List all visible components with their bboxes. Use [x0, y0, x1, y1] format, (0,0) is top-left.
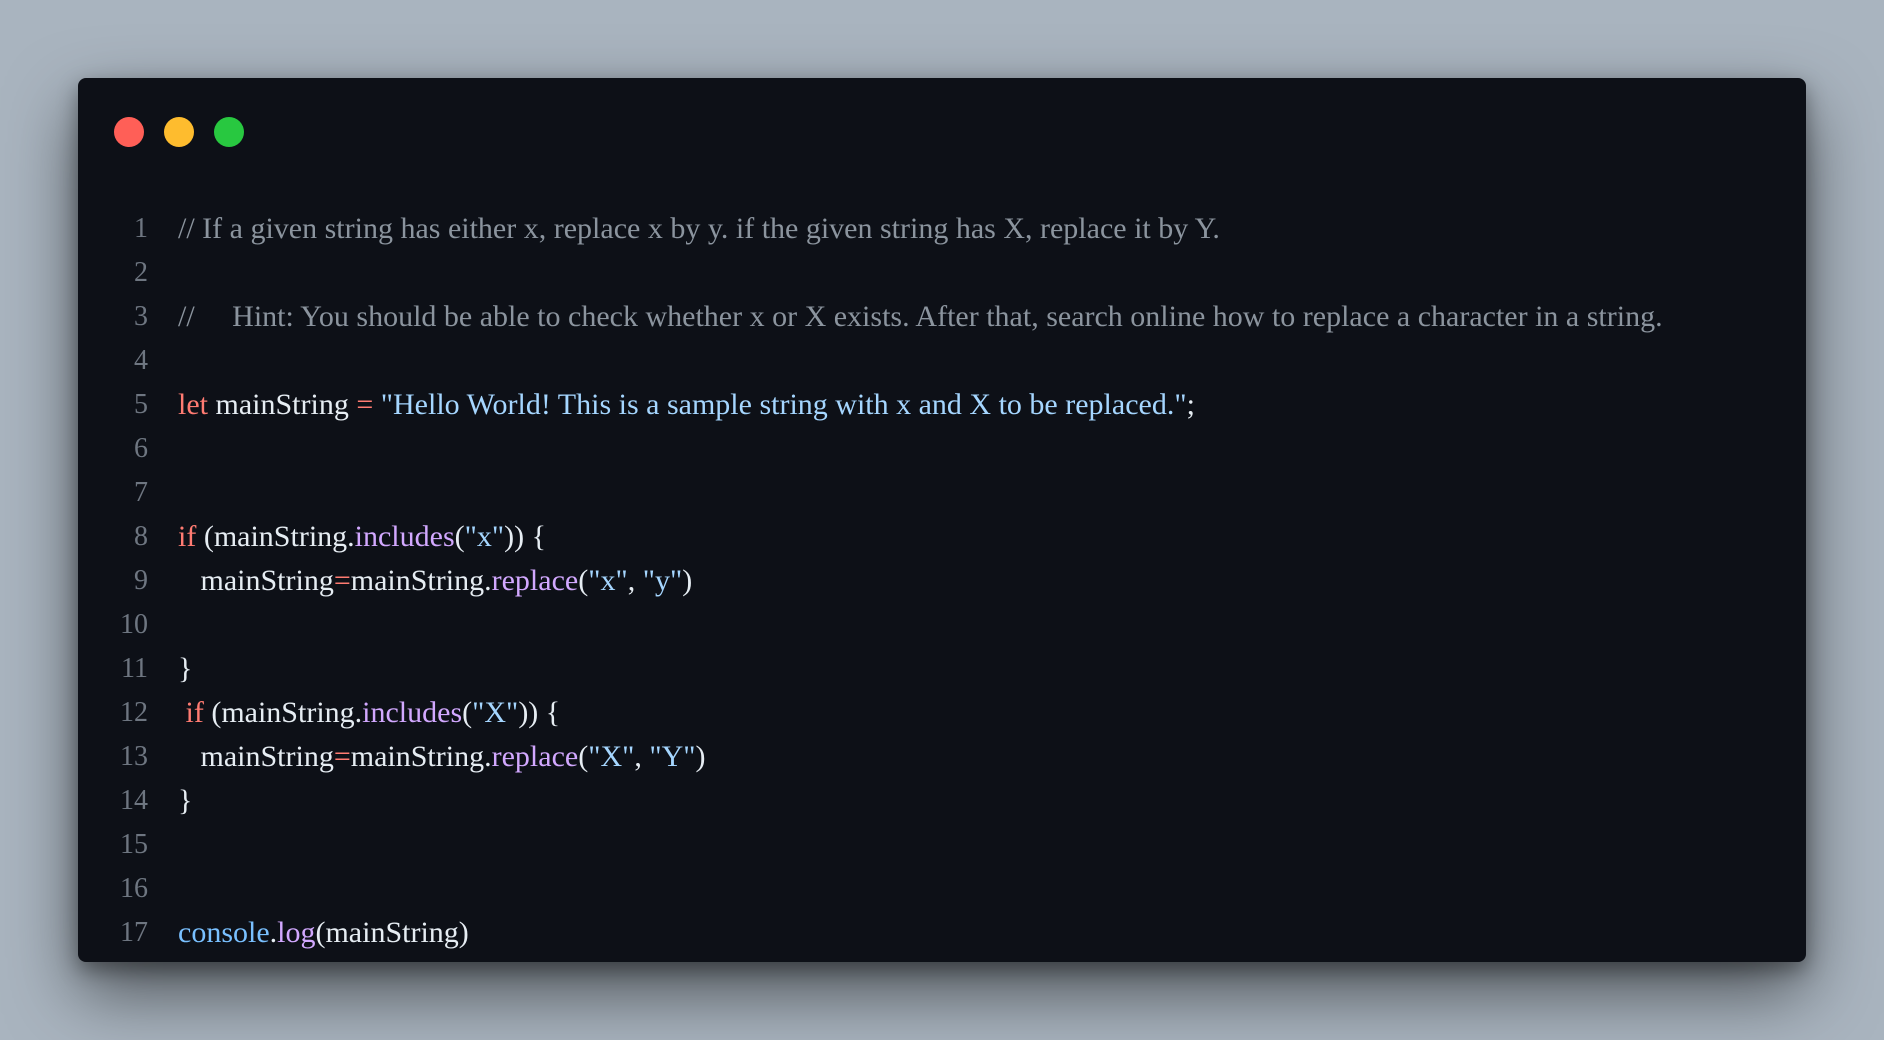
code-line: 7	[78, 471, 1806, 515]
code-token-str: "X"	[472, 696, 519, 729]
code-token-plain: }	[178, 652, 193, 685]
code-line: 16	[78, 867, 1806, 911]
code-token-plain: (	[578, 740, 589, 773]
code-token-kw: if	[185, 696, 204, 729]
code-token-plain: (mainString.	[196, 520, 355, 553]
code-token-fn: includes	[354, 520, 455, 553]
code-token-plain: ,	[627, 564, 643, 597]
code-text[interactable]: mainString=mainString.replace("X", "Y")	[178, 740, 706, 774]
code-token-fn: replace	[491, 564, 579, 597]
code-line: 14}	[78, 779, 1806, 823]
line-number: 16	[120, 873, 148, 904]
code-line: 4	[78, 339, 1806, 383]
code-token-plain: (	[462, 696, 473, 729]
code-text[interactable]: mainString=mainString.replace("x", "y")	[178, 564, 693, 598]
line-number: 15	[120, 829, 148, 860]
line-number: 13	[120, 741, 148, 772]
code-token-str: "y"	[642, 564, 683, 597]
code-token-plain: (mainString.	[203, 696, 363, 729]
minimize-button[interactable]	[164, 117, 194, 147]
code-text[interactable]: if (mainString.includes("x")) {	[178, 520, 546, 554]
code-line: 15	[78, 823, 1806, 867]
line-number: 8	[134, 521, 148, 552]
code-token-plain: }	[178, 784, 193, 817]
code-token-plain: mainString.	[350, 740, 492, 773]
code-line: 11}	[78, 647, 1806, 691]
code-line: 12 if (mainString.includes("X")) {	[78, 691, 1806, 735]
code-token-fn: includes	[362, 696, 463, 729]
code-token-plain: mainString.	[350, 564, 492, 597]
line-number: 9	[134, 565, 148, 596]
code-line: 1 // If a given string has either x, repl…	[78, 207, 1806, 251]
code-token-str: "Y"	[649, 740, 696, 773]
code-text[interactable]: let mainString = "Hello World! This is a…	[178, 388, 1195, 422]
code-line: 5 let mainString = "Hello World! This is …	[78, 383, 1806, 427]
line-number: 11	[121, 653, 148, 684]
code-token-plain: )) {	[504, 520, 547, 553]
code-text[interactable]: }	[178, 652, 192, 686]
code-token-kw: if	[178, 520, 197, 553]
code-token-kw: =	[333, 740, 351, 773]
code-token-plain: mainString	[208, 388, 357, 421]
code-line: 13 mainString=mainString.replace("X", "Y…	[78, 735, 1806, 779]
code-token-plain: (	[578, 564, 589, 597]
code-token-str: "x"	[588, 564, 628, 597]
code-token-str: "X"	[588, 740, 635, 773]
code-line: 9 mainString=mainString.replace("x", "y"…	[78, 559, 1806, 603]
code-token-plain: mainString	[178, 740, 334, 773]
code-token-plain: ;	[1186, 388, 1195, 421]
code-token-kw: =	[333, 564, 351, 597]
line-number: 14	[120, 785, 148, 816]
line-number: 6	[134, 433, 148, 464]
code-token-plain: (mainString)	[315, 916, 469, 949]
code-line: 2	[78, 251, 1806, 295]
code-token-str: "x"	[464, 520, 505, 553]
code-token-kw: =	[356, 388, 374, 421]
code-line: 8 if (mainString.includes("x")) {	[78, 515, 1806, 559]
code-token-plain: (	[454, 520, 465, 553]
code-token-fn: log	[277, 916, 316, 949]
line-number: 4	[134, 345, 148, 376]
line-number: 5	[134, 389, 148, 420]
code-token-comment: // If a given string has either x, repla…	[178, 212, 1220, 245]
line-number: 2	[134, 257, 148, 288]
code-token-plain: )	[695, 740, 706, 773]
code-token-str: "Hello World! This is a sample string wi…	[380, 388, 1187, 421]
window-controls	[114, 117, 244, 147]
line-number: 12	[120, 697, 148, 728]
code-line: 6	[78, 427, 1806, 471]
code-token-plain: )	[682, 564, 693, 597]
code-text[interactable]: // If a given string has either x, repla…	[178, 212, 1220, 246]
line-number: 1	[134, 213, 148, 244]
code-token-comment: // Hint: You should be able to check whe…	[178, 300, 1663, 333]
close-button[interactable]	[114, 117, 144, 147]
code-token-obj: console	[178, 916, 270, 949]
code-line: 17 console.log(mainString)	[78, 911, 1806, 955]
code-line: 10	[78, 603, 1806, 647]
code-text[interactable]: }	[178, 784, 192, 818]
code-token-plain: )) {	[518, 696, 561, 729]
code-token-fn: replace	[491, 740, 579, 773]
code-line: 3 // Hint: You should be able to check wh…	[78, 295, 1806, 339]
code-token-kw: let	[178, 388, 208, 421]
line-number: 17	[120, 917, 148, 948]
code-window: 1 // If a given string has either x, repl…	[78, 78, 1806, 962]
maximize-button[interactable]	[214, 117, 244, 147]
code-text[interactable]: console.log(mainString)	[178, 916, 469, 950]
code-token-plain: ,	[634, 740, 650, 773]
line-number: 7	[134, 477, 148, 508]
code-text[interactable]: // Hint: You should be able to check whe…	[178, 300, 1663, 334]
code-token-plain: mainString	[178, 564, 334, 597]
code-text[interactable]: if (mainString.includes("X")) {	[178, 696, 561, 730]
line-number: 3	[134, 301, 148, 332]
line-number: 10	[120, 609, 148, 640]
